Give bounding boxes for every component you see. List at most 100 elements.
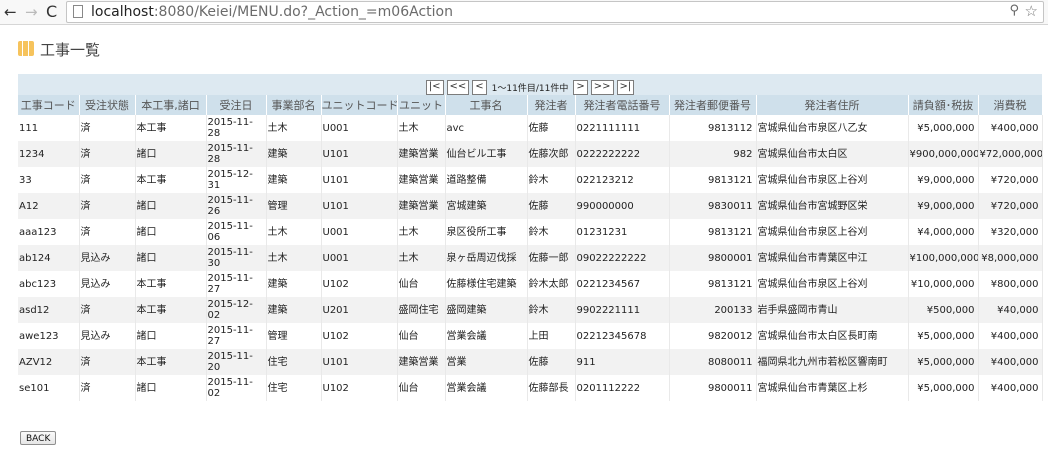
table-cell: 02212345678 bbox=[575, 323, 670, 349]
table-cell: U001 bbox=[321, 115, 398, 141]
url-text: localhost:8080/Keiei/MENU.do?_Action_=m0… bbox=[91, 3, 453, 21]
table-cell: 9902221111 bbox=[575, 297, 670, 323]
table-cell: 諸口 bbox=[135, 141, 207, 167]
table-row[interactable]: 33 済本工事 2015-12-31 建築 U101 建築営業 道路整備 鈴木 02212321… bbox=[18, 167, 1043, 193]
table-cell: ¥4,000,000 bbox=[908, 219, 979, 245]
table-cell: 済 bbox=[79, 349, 136, 375]
column-header[interactable]: 請負額･税抜 bbox=[908, 95, 979, 115]
table-cell: A12 bbox=[18, 193, 80, 219]
table-cell: 済 bbox=[79, 115, 136, 141]
column-header[interactable]: 工事コード bbox=[18, 95, 80, 115]
table-cell: 0201112222 bbox=[575, 375, 670, 401]
pager: |< << < 1～11件目/11件中 > >> >| bbox=[425, 80, 635, 95]
table-row[interactable]: 111 済本工事 2015-11-28 土木 U001 土木 avc 佐藤 0221111111… bbox=[18, 115, 1043, 141]
table-cell: 本工事 bbox=[135, 167, 207, 193]
table-cell: se101 bbox=[18, 375, 80, 401]
first-page-button[interactable]: |< bbox=[425, 80, 444, 95]
table-cell: 09022222222 bbox=[575, 245, 670, 271]
table-row[interactable]: awe123 見込み 諸口 2015-11-27 管理 U102 仙台 営業会議 上田 02212… bbox=[18, 323, 1043, 349]
table-cell: 泉ヶ岳周辺伐採 bbox=[445, 245, 528, 271]
table-cell: 本工事 bbox=[135, 349, 207, 375]
table-row[interactable]: asd12 済本工事 2015-12-02 建築 U201 盛岡住宅 盛岡建築 鈴木 99022… bbox=[18, 297, 1043, 323]
table-cell: U001 bbox=[321, 245, 398, 271]
table-cell: ¥8,000,000 bbox=[978, 245, 1043, 271]
table-cell: ¥900,000,000 bbox=[908, 141, 979, 167]
table-row[interactable]: ab124 見込み 諸口 2015-11-30 土木 U001 土木 泉ヶ岳周辺伐採 佐藤一郎 0… bbox=[18, 245, 1043, 271]
table-cell: 道路整備 bbox=[445, 167, 528, 193]
table-cell: 01231231 bbox=[575, 219, 670, 245]
table-cell: 仙台 bbox=[397, 323, 446, 349]
table-cell: 土木 bbox=[397, 219, 446, 245]
table-row[interactable]: AZV12 済本工事 2015-11-20 住宅 U101 建築営業 営業 佐藤 911 8080… bbox=[18, 349, 1043, 375]
column-header[interactable]: 発注者住所 bbox=[756, 95, 909, 115]
table-cell: 鈴木太郎 bbox=[527, 271, 576, 297]
address-bar[interactable]: localhost:8080/Keiei/MENU.do?_Action_=m0… bbox=[66, 1, 1044, 23]
next-page-button[interactable]: > bbox=[573, 80, 588, 95]
table-row[interactable]: se101 済諸口 2015-11-02 住宅 U102 仙台 営業会議 佐藤部長 020111… bbox=[18, 375, 1043, 401]
table-cell: ¥9,000,000 bbox=[908, 167, 979, 193]
construction-list-panel: |< << < 1～11件目/11件中 > >> >| 工事コード 受注状態 本… bbox=[18, 74, 1043, 401]
table-cell: 宮城県仙台市泉区上谷刈 bbox=[756, 271, 909, 297]
table-cell: U102 bbox=[321, 271, 398, 297]
url-host: localhost bbox=[91, 4, 154, 20]
last-page-button[interactable]: >| bbox=[616, 80, 635, 95]
table-cell: 022123212 bbox=[575, 167, 670, 193]
bookmark-star-icon[interactable]: ☆ bbox=[1025, 2, 1038, 20]
table-cell: 仙台 bbox=[397, 271, 446, 297]
column-header[interactable]: ユニットコード bbox=[321, 95, 399, 115]
table-cell: U001 bbox=[321, 219, 398, 245]
column-header[interactable]: 発注者電話番号 bbox=[575, 95, 670, 115]
table-cell: 9813121 bbox=[669, 271, 757, 297]
table-cell: 鈴木 bbox=[527, 297, 576, 323]
table-row[interactable]: aaa123 済諸口 2015-11-06 土木 U001 土木 泉区役所工事 鈴木 01231… bbox=[18, 219, 1043, 245]
table-cell: ab124 bbox=[18, 245, 80, 271]
next-block-button[interactable]: >> bbox=[590, 80, 614, 95]
column-header[interactable]: 受注日 bbox=[206, 95, 267, 115]
pager-info: 1～11件目/11件中 bbox=[491, 84, 569, 94]
table-cell: 佐藤 bbox=[527, 115, 576, 141]
table-cell: ¥320,000 bbox=[978, 219, 1043, 245]
table-cell: 見込み bbox=[79, 271, 136, 297]
table-cell: 鈴木 bbox=[527, 219, 576, 245]
table-cell: 宮城県仙台市太白区 bbox=[756, 141, 909, 167]
table-cell: 0221111111 bbox=[575, 115, 670, 141]
table-cell: 済 bbox=[79, 375, 136, 401]
table-cell: 見込み bbox=[79, 245, 136, 271]
column-header[interactable]: 発注者 bbox=[527, 95, 576, 115]
back-button[interactable]: BACK bbox=[20, 431, 57, 445]
table-cell: 済 bbox=[79, 297, 136, 323]
table-cell: 諸口 bbox=[135, 323, 207, 349]
table-row[interactable]: 1234 済諸口 2015-11-28 建築 U101 建築営業 仙台ビル工事 佐藤次郎 022… bbox=[18, 141, 1043, 167]
column-header[interactable]: 事業部名 bbox=[266, 95, 322, 115]
table-cell: 上田 bbox=[527, 323, 576, 349]
table-cell: 33 bbox=[18, 167, 80, 193]
back-arrow-icon[interactable]: ← bbox=[4, 3, 17, 21]
table-row[interactable]: A12 済諸口 2015-11-26 管理 U101 建築営業 宮城建築 佐藤 99000000… bbox=[18, 193, 1043, 219]
header-row: 工事コード 受注状態 本工事,諸口 受注日 事業部名 ユニットコード ユニット … bbox=[18, 95, 1043, 115]
table-cell: 盛岡住宅 bbox=[397, 297, 446, 323]
table-cell: 宮城県仙台市青葉区上杉 bbox=[756, 375, 909, 401]
column-header[interactable]: 消費税 bbox=[978, 95, 1043, 115]
table-cell: 9813112 bbox=[669, 115, 757, 141]
column-header[interactable]: 発注者郵便番号 bbox=[669, 95, 757, 115]
table-cell: 2015-12-02 bbox=[206, 297, 267, 323]
table-cell: 2015-11-20 bbox=[206, 349, 267, 375]
column-header[interactable]: 工事名 bbox=[445, 95, 528, 115]
table-cell: U101 bbox=[321, 349, 398, 375]
table-cell: 200133 bbox=[669, 297, 757, 323]
table-cell: 建築 bbox=[266, 141, 322, 167]
prev-page-button[interactable]: < bbox=[472, 80, 487, 95]
prev-block-button[interactable]: << bbox=[446, 80, 470, 95]
table-cell: 営業会議 bbox=[445, 375, 528, 401]
table-cell: 土木 bbox=[397, 115, 446, 141]
table-cell: 2015-11-02 bbox=[206, 375, 267, 401]
column-header[interactable]: 受注状態 bbox=[79, 95, 136, 115]
column-header[interactable]: 本工事,諸口 bbox=[135, 95, 207, 115]
column-header[interactable]: ユニット bbox=[397, 95, 446, 115]
forward-arrow-icon[interactable]: → bbox=[25, 3, 38, 21]
zoom-icon[interactable]: ⚲ bbox=[1009, 3, 1019, 18]
table-row[interactable]: abc123 見込み 本工事 2015-11-27 建築 U102 仙台 佐藤様住宅建築 鈴木太… bbox=[18, 271, 1043, 297]
reload-icon[interactable]: C bbox=[46, 3, 57, 21]
table-cell: U101 bbox=[321, 167, 398, 193]
browser-toolbar: ← → C localhost:8080/Keiei/MENU.do?_Acti… bbox=[0, 0, 1048, 25]
